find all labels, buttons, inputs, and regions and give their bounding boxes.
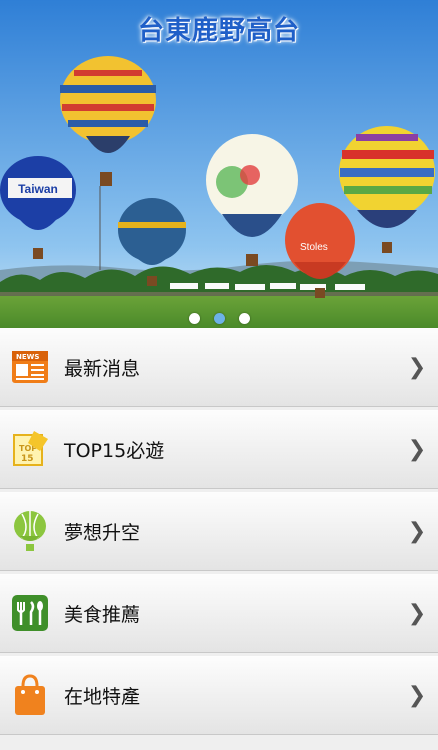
news-icon: NEWS <box>10 345 50 389</box>
menu-item-label: 最新消息 <box>64 357 141 380</box>
fork-knife-icon <box>10 591 50 635</box>
hero-banner[interactable]: Taiwan Stoles 台東鹿野高台 <box>0 0 438 328</box>
chevron-right-icon: ❯ <box>407 518 427 544</box>
svg-text:Stoles: Stoles <box>300 242 328 253</box>
chevron-right-icon: ❯ <box>407 682 427 708</box>
carousel-dot[interactable] <box>238 313 250 324</box>
main-menu: NEWS 最新消息 ❯ TOP 15 TOP15必遊 ❯ 夢想升空 ❯ 美食推薦… <box>0 328 438 738</box>
menu-item-news[interactable]: NEWS 最新消息 ❯ <box>0 328 438 407</box>
svg-text:NEWS: NEWS <box>16 353 39 361</box>
menu-item-specialty[interactable]: 在地特產 ❯ <box>0 656 438 735</box>
svg-text:Taiwan: Taiwan <box>18 182 58 196</box>
page-title: 台東鹿野高台 <box>137 16 300 46</box>
menu-item-label: TOP15必遊 <box>64 439 165 462</box>
menu-item-balloon[interactable]: 夢想升空 ❯ <box>0 492 438 571</box>
chevron-right-icon: ❯ <box>407 600 427 626</box>
hot-air-balloon-icon <box>10 509 50 553</box>
menu-item-top15[interactable]: TOP 15 TOP15必遊 ❯ <box>0 410 438 489</box>
chevron-right-icon: ❯ <box>407 354 427 380</box>
shopping-bag-icon <box>10 673 50 717</box>
chevron-right-icon: ❯ <box>407 436 427 462</box>
menu-item-label: 在地特產 <box>64 685 141 708</box>
svg-text:15: 15 <box>21 454 34 464</box>
menu-item-food[interactable]: 美食推薦 ❯ <box>0 574 438 653</box>
menu-item-label: 美食推薦 <box>64 603 141 626</box>
top15-icon: TOP 15 <box>10 427 50 471</box>
menu-item-label: 夢想升空 <box>64 521 141 544</box>
hot-air-balloon-photo: Taiwan Stoles <box>0 0 438 328</box>
carousel-dot[interactable] <box>188 313 200 324</box>
carousel-indicator[interactable] <box>0 313 438 324</box>
carousel-dot-active[interactable] <box>213 313 225 324</box>
